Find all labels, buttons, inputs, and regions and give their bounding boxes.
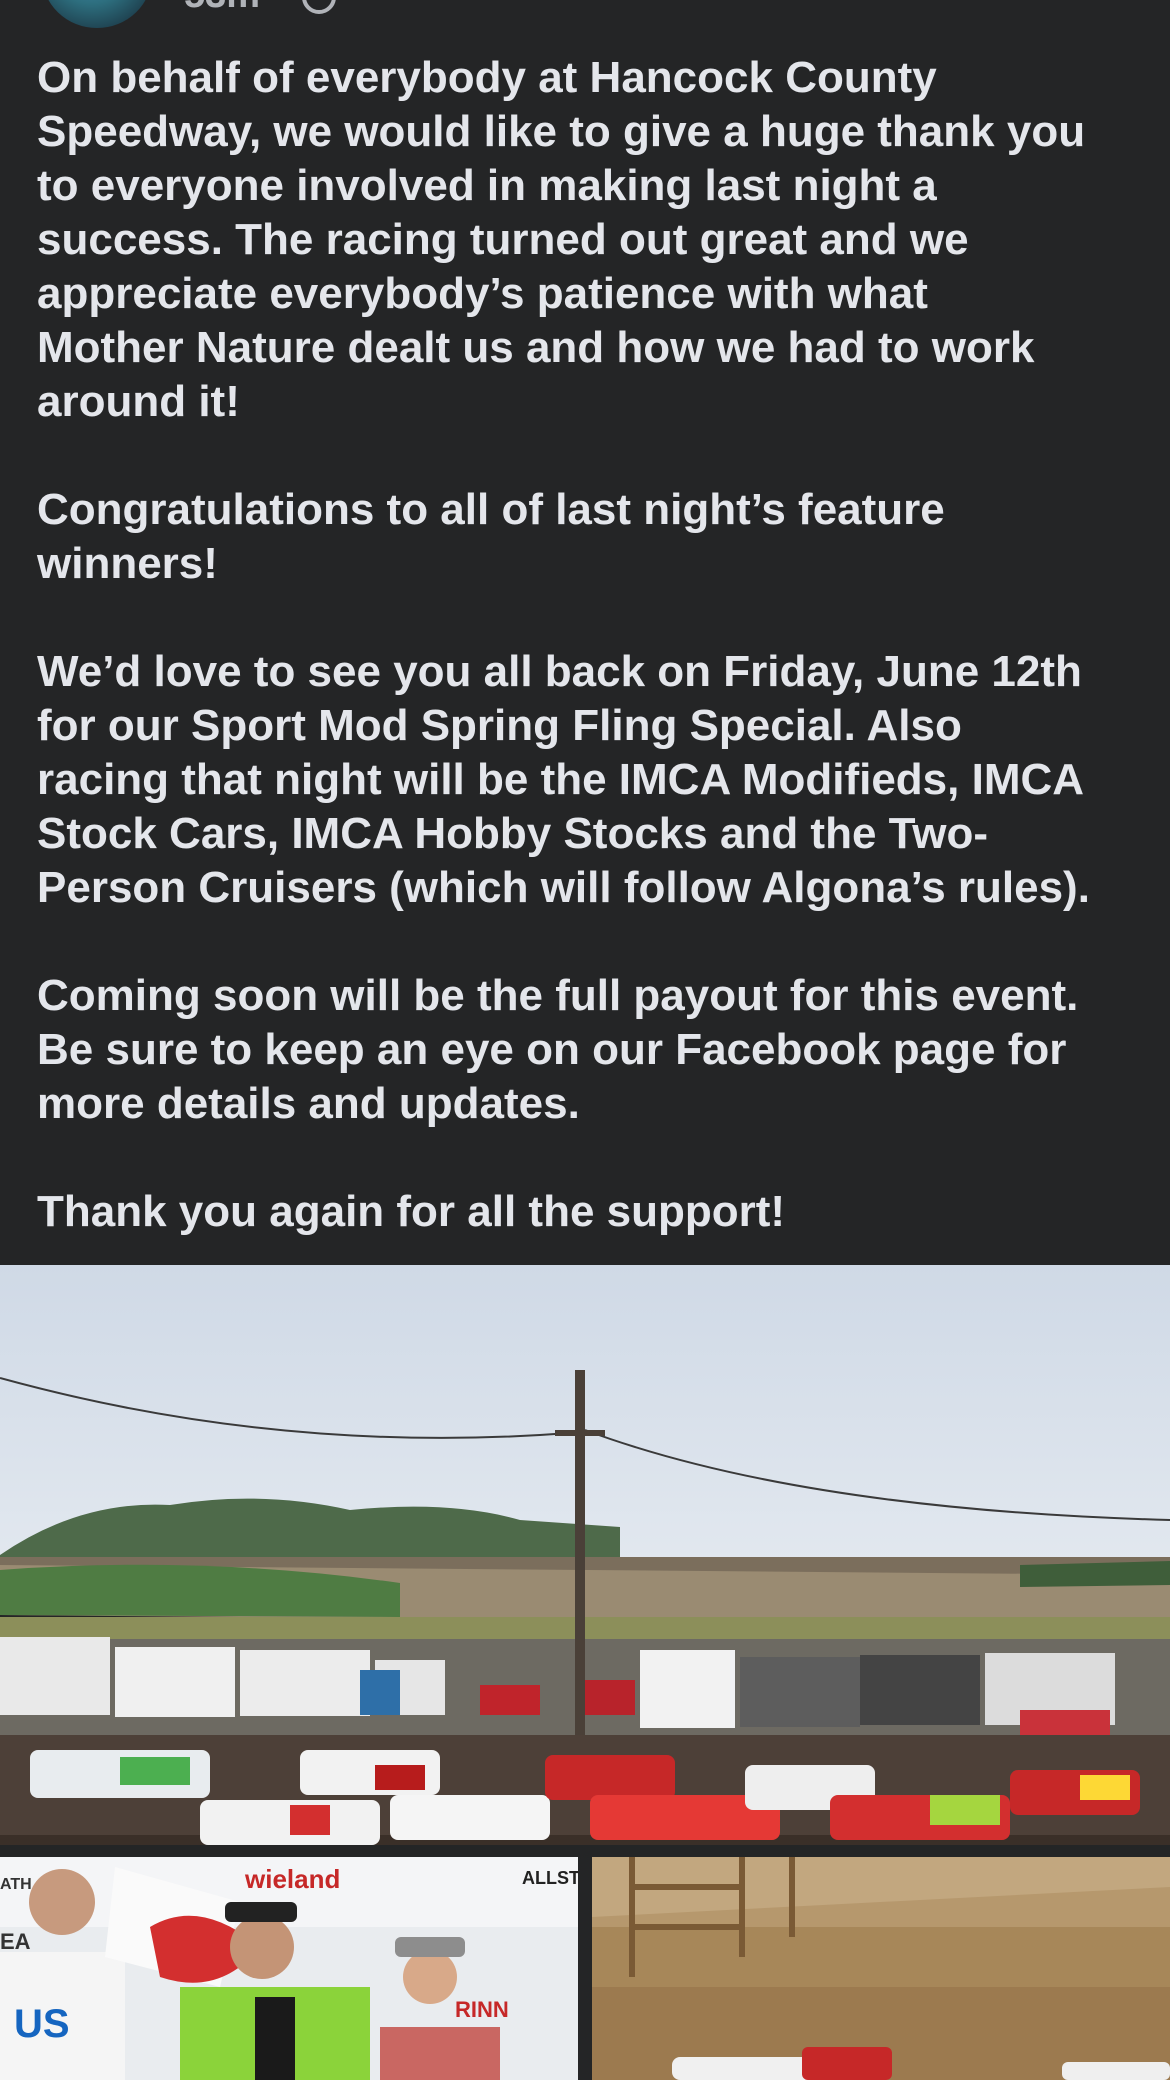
race-track-illustration — [0, 1265, 1170, 1845]
post-meta: 53m · — [184, 0, 336, 17]
meta-separator: · — [260, 0, 294, 16]
photo-grid: wieland ALLST RINN ATH EA US — [0, 1265, 1170, 2080]
post-body-text: On behalf of everybody at Hancock County… — [37, 53, 1090, 1236]
winners-photo[interactable]: wieland ALLST RINN ATH EA US — [0, 1857, 578, 2080]
banner-word-rinn: RINN — [455, 1997, 509, 2022]
globe-icon — [301, 0, 336, 14]
post-time[interactable]: 53m — [184, 0, 260, 16]
post-header: 53m · — [0, 0, 1170, 34]
banner-word-wieland: wieland — [244, 1864, 340, 1894]
winners-illustration: wieland ALLST RINN ATH EA US — [0, 1857, 578, 2080]
banner-word-ea: EA — [0, 1929, 31, 1954]
banner-word-ath: ATH — [0, 1876, 32, 1893]
dirt-track-illustration — [592, 1857, 1170, 2080]
banner-word-allst: ALLST — [522, 1868, 578, 1888]
dirt-track-photo[interactable] — [592, 1857, 1170, 2080]
race-track-photo[interactable] — [0, 1265, 1170, 1845]
page-avatar[interactable] — [42, 0, 152, 28]
banner-word-us: US — [14, 2002, 70, 2046]
